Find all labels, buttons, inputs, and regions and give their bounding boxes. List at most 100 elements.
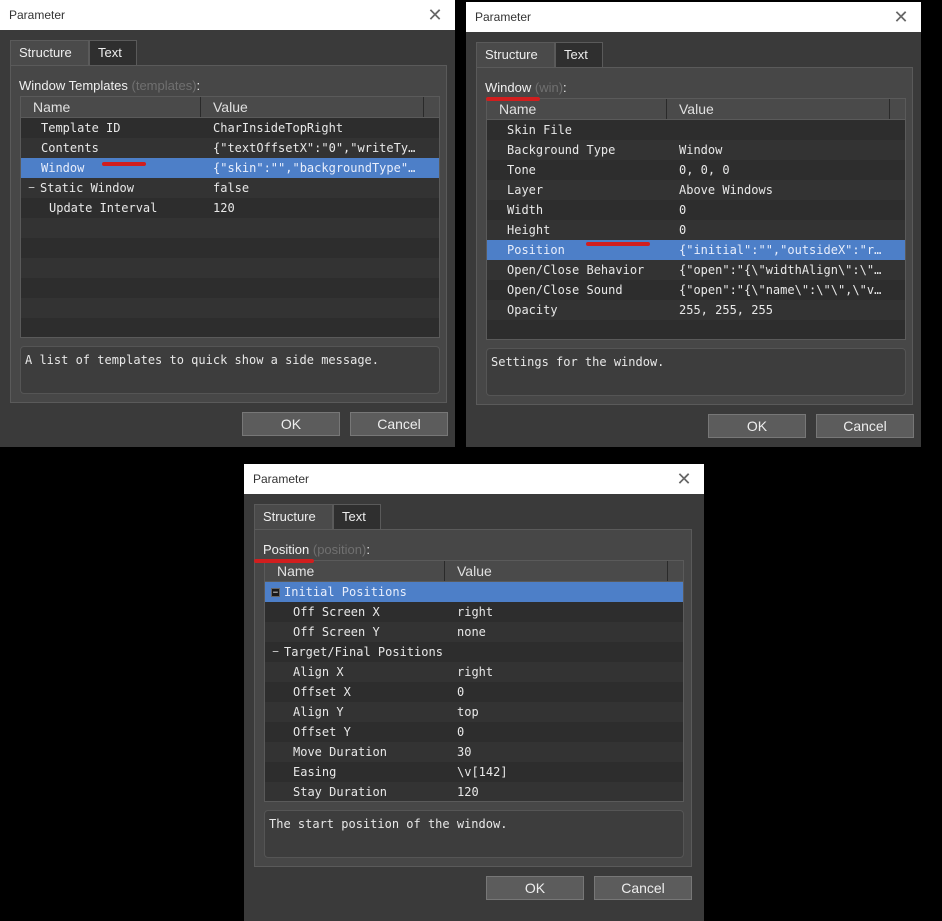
row-name-text: Initial Positions bbox=[284, 585, 407, 599]
parameter-table: Name Value Template ID CharInsideTopRigh… bbox=[20, 96, 440, 338]
row-value: 120 bbox=[213, 201, 235, 215]
table-header: Name Value bbox=[265, 561, 683, 582]
column-header-value[interactable]: Value bbox=[667, 99, 890, 119]
table-row[interactable]: Offset X 0 bbox=[265, 682, 683, 702]
table-row[interactable]: Align Y top bbox=[265, 702, 683, 722]
table-row[interactable]: Align X right bbox=[265, 662, 683, 682]
tab-structure[interactable]: Structure bbox=[10, 40, 89, 66]
ok-button[interactable]: OK bbox=[486, 876, 584, 900]
table-row[interactable]: Tone 0, 0, 0 bbox=[487, 160, 905, 180]
row-name: Open/Close Sound bbox=[507, 283, 623, 297]
column-header-value[interactable]: Value bbox=[445, 561, 668, 581]
table-row[interactable]: Stay Duration 120 bbox=[265, 782, 683, 801]
row-value: 0, 0, 0 bbox=[679, 163, 730, 177]
table-row[interactable]: Easing \v[142] bbox=[265, 762, 683, 782]
table-row[interactable]: Width 0 bbox=[487, 200, 905, 220]
collapse-icon[interactable]: − bbox=[271, 646, 280, 657]
table-row-selected[interactable]: − Initial Positions bbox=[265, 582, 683, 602]
table-row[interactable]: Off Screen Y none bbox=[265, 622, 683, 642]
row-value: 0 bbox=[679, 223, 687, 237]
table-row[interactable]: Off Screen X right bbox=[265, 602, 683, 622]
table-row[interactable]: Open/Close Behavior {"open":"{\"widthAli… bbox=[487, 260, 905, 280]
heading-key: (templates) bbox=[131, 78, 197, 93]
tab-text[interactable]: Text bbox=[555, 42, 603, 67]
row-name: Offset X bbox=[293, 685, 351, 699]
annotation-underline bbox=[586, 242, 650, 246]
column-header-value[interactable]: Value bbox=[201, 97, 424, 117]
tab-structure[interactable]: Structure bbox=[254, 504, 333, 530]
empty-row bbox=[21, 318, 439, 337]
column-header-name[interactable]: Name bbox=[487, 99, 667, 119]
row-name: Off Screen Y bbox=[293, 625, 380, 639]
empty-row bbox=[21, 278, 439, 298]
heading-colon: : bbox=[563, 80, 567, 95]
close-icon[interactable]: ✕ bbox=[672, 464, 696, 494]
cancel-button[interactable]: Cancel bbox=[816, 414, 914, 438]
table-row[interactable]: Height 0 bbox=[487, 220, 905, 240]
tab-text[interactable]: Text bbox=[89, 40, 137, 65]
row-value: 30 bbox=[457, 745, 472, 759]
table-row[interactable]: Opacity 255, 255, 255 bbox=[487, 300, 905, 320]
row-value: Window bbox=[679, 143, 723, 157]
table-row[interactable]: − Target/Final Positions bbox=[265, 642, 683, 662]
empty-row bbox=[21, 238, 439, 258]
heading-label: Window bbox=[485, 80, 532, 95]
dialog-title: Parameter bbox=[475, 10, 532, 24]
description-box: A list of templates to quick show a side… bbox=[20, 346, 440, 394]
table-row[interactable]: − Static Window false bbox=[21, 178, 439, 198]
ok-button[interactable]: OK bbox=[242, 412, 340, 436]
annotation-underline bbox=[254, 559, 314, 563]
heading-key: (position) bbox=[312, 542, 367, 557]
structure-panel: Position (position): Name Value − Initial… bbox=[254, 529, 692, 867]
close-icon[interactable]: ✕ bbox=[889, 2, 913, 32]
row-value: {"textOffsetX":"0","writeTy… bbox=[213, 141, 416, 155]
table-row-selected[interactable]: Window {"skin":"","backgroundType"… bbox=[21, 158, 439, 178]
table-header: Name Value bbox=[21, 97, 439, 118]
row-name: Stay Duration bbox=[293, 785, 387, 799]
row-value: {"initial":"","outsideX":"r… bbox=[679, 243, 882, 257]
table-row[interactable]: Open/Close Sound {"open":"{\"name\":\"\"… bbox=[487, 280, 905, 300]
row-name: Tone bbox=[507, 163, 536, 177]
description-box: Settings for the window. bbox=[486, 348, 906, 396]
row-name: Opacity bbox=[507, 303, 558, 317]
row-name: − Static Window bbox=[27, 178, 201, 198]
close-icon[interactable]: ✕ bbox=[423, 0, 447, 30]
parameter-table: Name Value − Initial Positions Off Screen… bbox=[264, 560, 684, 802]
tab-structure[interactable]: Structure bbox=[476, 42, 555, 68]
empty-row bbox=[21, 258, 439, 278]
tab-text[interactable]: Text bbox=[333, 504, 381, 529]
collapse-icon[interactable]: − bbox=[27, 182, 36, 193]
cancel-button[interactable]: Cancel bbox=[594, 876, 692, 900]
table-row[interactable]: Update Interval 120 bbox=[21, 198, 439, 218]
row-name: Open/Close Behavior bbox=[507, 263, 645, 277]
row-value: right bbox=[457, 665, 494, 679]
table-row-selected[interactable]: Position {"initial":"","outsideX":"r… bbox=[487, 240, 905, 260]
heading-label: Position bbox=[263, 542, 310, 557]
table-row[interactable]: Offset Y 0 bbox=[265, 722, 683, 742]
ok-button[interactable]: OK bbox=[708, 414, 806, 438]
table-row[interactable]: Skin File bbox=[487, 120, 905, 140]
heading-colon: : bbox=[366, 542, 370, 557]
heading-label: Window Templates bbox=[19, 78, 128, 93]
row-value: Above Windows bbox=[679, 183, 773, 197]
table-row[interactable]: Layer Above Windows bbox=[487, 180, 905, 200]
collapse-icon[interactable]: − bbox=[271, 588, 280, 598]
table-row[interactable]: Template ID CharInsideTopRight bbox=[21, 118, 439, 138]
row-name: Move Duration bbox=[293, 745, 387, 759]
row-name: Update Interval bbox=[49, 201, 158, 215]
row-value: 0 bbox=[457, 685, 465, 699]
table-row[interactable]: Contents {"textOffsetX":"0","writeTy… bbox=[21, 138, 439, 158]
row-value: 255, 255, 255 bbox=[679, 303, 773, 317]
table-row[interactable]: Move Duration 30 bbox=[265, 742, 683, 762]
title-bar: Parameter ✕ bbox=[244, 464, 704, 494]
row-name-text: Static Window bbox=[40, 181, 134, 195]
column-header-name[interactable]: Name bbox=[265, 561, 445, 581]
row-value: 0 bbox=[457, 725, 465, 739]
row-name: Height bbox=[507, 223, 551, 237]
table-body: − Initial Positions Off Screen X right Of… bbox=[265, 582, 683, 801]
empty-row bbox=[487, 320, 905, 339]
column-header-name[interactable]: Name bbox=[21, 97, 201, 117]
cancel-button[interactable]: Cancel bbox=[350, 412, 448, 436]
table-row[interactable]: Background Type Window bbox=[487, 140, 905, 160]
empty-row bbox=[21, 218, 439, 238]
